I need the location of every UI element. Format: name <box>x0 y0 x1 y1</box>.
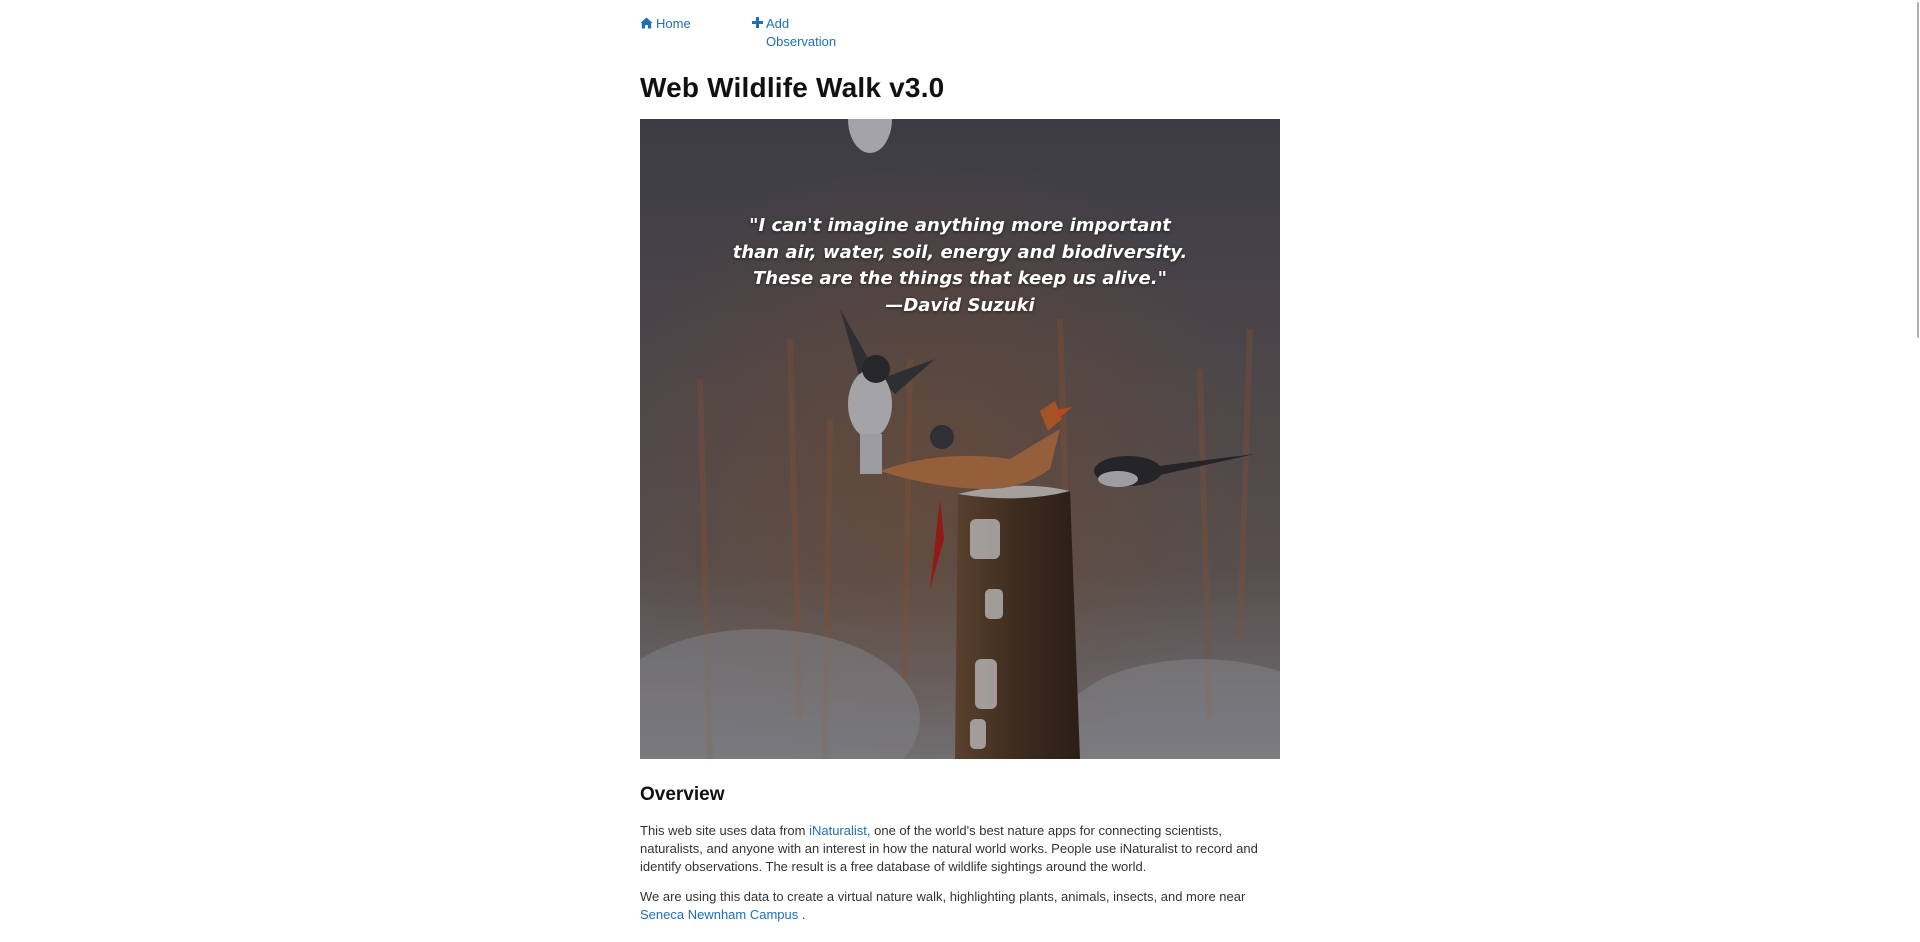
overview-paragraph-1: This web site uses data from iNaturalist… <box>640 822 1280 876</box>
nav-add-observation-label: Add Observation <box>766 16 837 49</box>
overview-heading: Overview <box>640 784 725 805</box>
nav-home-label: Home <box>656 16 691 31</box>
hero-quote: "I can't imagine anything more important… <box>640 213 1280 319</box>
overview-p2-prefix: We are using this data to create a virtu… <box>640 889 1246 904</box>
overview-p1-prefix: This web site uses data from <box>640 823 810 838</box>
nav-home-link[interactable]: Home <box>640 15 752 33</box>
top-nav: Home Add Observation <box>640 15 836 51</box>
inaturalist-link[interactable]: iNaturalist, <box>809 823 870 838</box>
quote-attribution: —David Suzuki <box>885 294 1035 316</box>
scrollbar-thumb[interactable] <box>1917 2 1919 338</box>
hero-image: "I can't imagine anything more important… <box>640 119 1280 759</box>
overview-paragraph-2: We are using this data to create a virtu… <box>640 888 1280 924</box>
overview-p2-suffix: . <box>798 907 806 922</box>
plus-icon <box>752 17 763 28</box>
quote-line: "I can't imagine anything more important <box>749 215 1171 236</box>
home-icon <box>640 17 653 29</box>
page-scrollbar[interactable] <box>1914 0 1920 942</box>
seneca-newnham-campus-link[interactable]: Seneca Newnham Campus <box>640 907 798 922</box>
quote-line: than air, water, soil, energy and biodiv… <box>732 241 1188 263</box>
page-title: Web Wildlife Walk v3.0 <box>640 72 945 103</box>
nav-add-observation-link[interactable]: Add Observation <box>752 15 836 51</box>
page: Home Add Observation Web Wildlife Walk v… <box>0 0 1920 942</box>
quote-line: These are the things that keep us alive.… <box>753 268 1167 289</box>
